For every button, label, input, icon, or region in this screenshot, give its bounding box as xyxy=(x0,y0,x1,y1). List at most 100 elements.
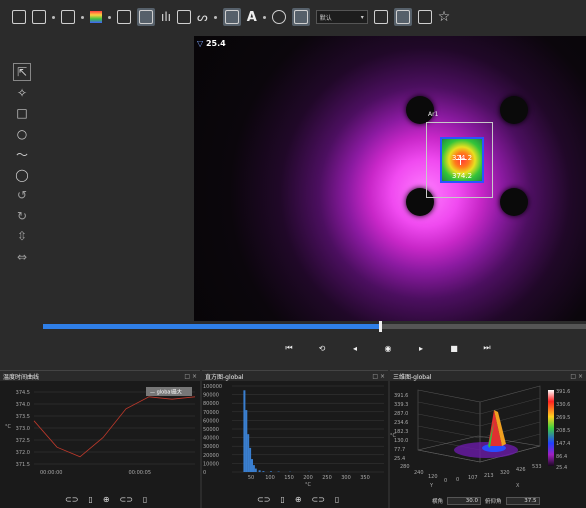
play-icon[interactable]: ◉ xyxy=(379,341,397,355)
skip-end-icon[interactable]: ⏭ xyxy=(478,341,496,355)
circle-icon[interactable]: ○ xyxy=(14,126,30,142)
move-icon[interactable]: ⊕ xyxy=(295,495,302,504)
y-tick-label: 120 xyxy=(428,474,438,480)
panel-header: 温度时间曲线 □ × xyxy=(0,371,200,381)
panel-window-controls[interactable]: □ × xyxy=(372,373,385,380)
y-axis-label: °C xyxy=(5,424,12,430)
roi-label: Ar1 xyxy=(428,111,438,118)
area-chart-button[interactable] xyxy=(223,8,241,26)
copy-icon[interactable]: ▯ xyxy=(280,495,284,504)
x-tick-label: 107 xyxy=(468,475,478,481)
image-icon[interactable] xyxy=(61,10,75,24)
separator xyxy=(263,16,266,19)
panel-title: 直方图-global xyxy=(205,372,243,381)
move-icon[interactable]: ⊕ xyxy=(103,495,110,504)
y-tick-label: 90000 xyxy=(203,393,219,399)
thermal-image-canvas[interactable]: ▽ 25.4 Ar1 374.2 374.2 xyxy=(194,36,586,321)
histogram-bar xyxy=(270,471,272,472)
layers-icon[interactable] xyxy=(272,10,286,24)
open-file-icon[interactable] xyxy=(32,10,46,24)
skip-start-icon[interactable]: ⏮ xyxy=(280,341,298,355)
x-tick-label: 50 xyxy=(248,475,254,481)
step-back-icon[interactable]: ◂ xyxy=(346,341,364,355)
y-tick-label: 372.5 xyxy=(16,438,30,444)
temperature-value: 25.4 xyxy=(206,39,226,48)
palette-select[interactable]: 默认 ▾ xyxy=(316,10,368,24)
x-axis-label: °C xyxy=(305,482,312,488)
y-tick-label: 0 xyxy=(203,470,206,476)
text-tool-button[interactable]: A xyxy=(247,10,257,25)
z-tick-label: 182.3 xyxy=(394,429,408,435)
y-tick-label: 60000 xyxy=(203,418,219,424)
ellipse-icon[interactable]: ◯ xyxy=(14,167,30,183)
colorbar xyxy=(548,390,554,466)
histogram-bar xyxy=(255,469,257,472)
area-chart-icon xyxy=(225,10,239,24)
flip-vertical-icon[interactable]: ⇳ xyxy=(14,228,30,244)
fit-screen-button[interactable] xyxy=(292,8,310,26)
link-icon[interactable]: ⊂⊃ xyxy=(120,495,133,504)
link-icon[interactable]: ⊂⊃ xyxy=(65,495,78,504)
copy-icon[interactable]: ▯ xyxy=(88,495,92,504)
adjust-button[interactable] xyxy=(137,8,155,26)
select-arrow-icon[interactable]: ⇱ xyxy=(14,64,30,80)
y-tick-label: 373.0 xyxy=(16,426,30,432)
crop-icon[interactable] xyxy=(117,10,131,24)
palette-icon[interactable] xyxy=(90,11,102,23)
y-tick-label: 50000 xyxy=(203,427,219,433)
x-tick-label: 300 xyxy=(341,475,351,481)
histogram-bar xyxy=(262,471,264,472)
flip-horizontal-icon[interactable]: ⇔ xyxy=(14,249,30,265)
save-icon[interactable] xyxy=(374,10,388,24)
y-tick-label: 371.5 xyxy=(16,462,30,468)
x-tick-label: 100 xyxy=(265,475,275,481)
progress-handle[interactable] xyxy=(379,321,382,332)
histogram-icon[interactable]: ılı xyxy=(161,10,171,24)
crosshair-icon xyxy=(456,155,466,165)
y-tick-label: 80000 xyxy=(203,401,219,407)
loop-icon[interactable]: ⟲ xyxy=(313,341,331,355)
colorbar-tick: 391.6 xyxy=(556,389,570,395)
panel-header: 直方图-global □ × xyxy=(202,371,388,381)
colorbar-tick: 25.4 xyxy=(556,465,567,471)
new-file-icon[interactable] xyxy=(12,10,26,24)
link-icon[interactable]: ⊂⊃ xyxy=(257,495,270,504)
point-icon[interactable]: ✧ xyxy=(14,85,30,101)
x-tick-label: 0 xyxy=(456,477,459,483)
histogram-bar xyxy=(249,448,251,472)
x-tick-label: 200 xyxy=(303,475,313,481)
step-forward-icon[interactable]: ▸ xyxy=(412,341,430,355)
y-tick-label: 0 xyxy=(444,478,447,484)
grid-line xyxy=(418,402,480,414)
tilt-input[interactable]: 37.5 xyxy=(506,497,540,505)
colorbar-tick: 86.4 xyxy=(556,454,567,460)
delete-icon[interactable] xyxy=(418,10,432,24)
x-tick-label: 150 xyxy=(284,475,294,481)
rectangle-icon[interactable]: □ xyxy=(14,105,30,121)
z-tick-label: 77.7 xyxy=(394,447,405,453)
panel-header: 三维图-global □ × xyxy=(390,371,586,381)
3d-icon[interactable] xyxy=(177,10,191,24)
stop-icon[interactable]: ■ xyxy=(445,341,463,355)
rotate-left-icon[interactable]: ↺ xyxy=(14,187,30,203)
z-tick-label: 339.3 xyxy=(394,402,408,408)
star-icon[interactable]: ☆ xyxy=(438,10,451,24)
copy-icon[interactable]: ▯ xyxy=(335,495,339,504)
playback-progress-bar[interactable] xyxy=(43,324,586,329)
curve-icon[interactable]: ᔕ xyxy=(197,10,208,24)
legend-label: — global最大 xyxy=(150,389,182,396)
panel-window-controls[interactable]: □ × xyxy=(570,373,583,380)
copy-icon[interactable]: ▯ xyxy=(143,495,147,504)
temperature-curve-chart: 374.5374.0373.5373.0372.5372.0371.5°C00:… xyxy=(0,382,200,492)
export-button[interactable] xyxy=(394,8,412,26)
rotate-right-icon[interactable]: ↻ xyxy=(14,208,30,224)
panel-window-controls[interactable]: □ × xyxy=(184,373,197,380)
chip-max-value: 374.2 xyxy=(452,172,472,180)
x-tick-label: 320 xyxy=(500,470,510,476)
polyline-icon[interactable]: 〜 xyxy=(14,146,30,162)
z-tick-label: 287.0 xyxy=(394,411,408,417)
histogram-chart: 1000009000080000700006000050000400003000… xyxy=(202,382,388,492)
separator xyxy=(214,16,217,19)
link-icon[interactable]: ⊂⊃ xyxy=(312,495,325,504)
rotation-input[interactable]: 30.0 xyxy=(447,497,481,505)
